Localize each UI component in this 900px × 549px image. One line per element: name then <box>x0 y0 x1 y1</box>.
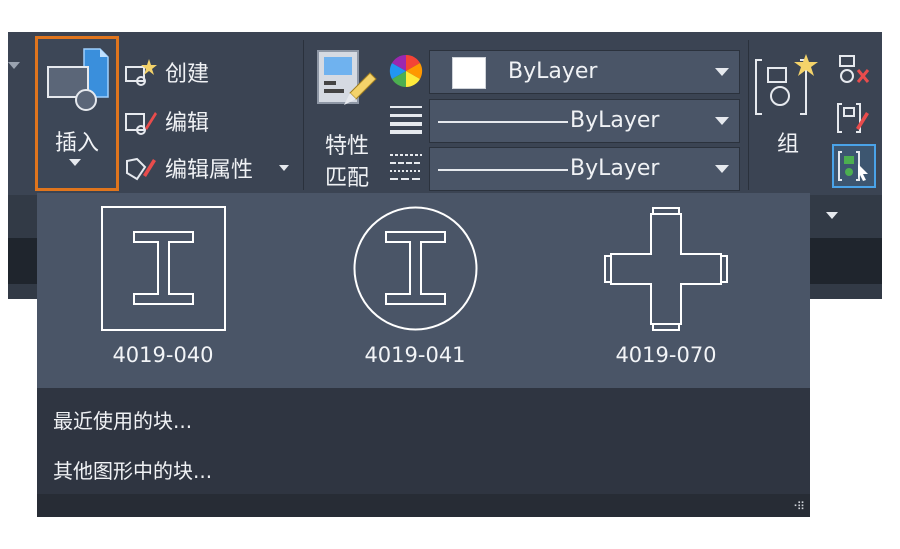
insert-label: 插入 <box>54 131 99 156</box>
create-block-button[interactable]: 创建 <box>123 55 209 89</box>
linetype-combo-value: ByLayer <box>570 156 660 181</box>
recent-blocks-menu-item[interactable]: 最近使用的块... <box>53 405 192 434</box>
chevron-down-icon <box>715 117 729 125</box>
chevron-down-icon <box>715 68 729 76</box>
create-block-label: 创建 <box>165 62 210 87</box>
separator <box>303 40 304 190</box>
edit-attributes-button[interactable]: 编辑属性 <box>123 151 289 185</box>
group-panel-caret-icon[interactable] <box>826 212 838 219</box>
group-edit-icon[interactable] <box>836 100 872 136</box>
lineweight-combo-value: ByLayer <box>570 108 660 133</box>
block-create-icon <box>125 59 157 86</box>
insert-block-icon <box>47 48 109 111</box>
lineweight-combo[interactable]: ByLayer <box>429 99 740 143</box>
color-combo[interactable]: ByLayer <box>429 50 740 94</box>
insert-block-button[interactable]: 插入 <box>35 36 119 191</box>
i-beam-square-icon <box>101 206 226 331</box>
block-thumbnail[interactable] <box>603 206 729 332</box>
edit-block-button[interactable]: 编辑 <box>123 104 209 138</box>
group-icon[interactable] <box>754 52 826 124</box>
match-properties-icon[interactable] <box>316 49 378 119</box>
separator <box>748 40 749 190</box>
group-label: 组 <box>776 132 799 157</box>
linetype-combo[interactable]: ByLayer <box>429 147 740 191</box>
dropdown-footer: ⠐⠿ <box>37 494 810 517</box>
match-properties-label: 匹配 <box>324 166 369 191</box>
group-select-icon <box>838 151 868 181</box>
group-selection-toggle[interactable] <box>832 144 876 188</box>
ungroup-icon[interactable] <box>836 52 872 88</box>
block-name[interactable]: 4019-041 <box>315 343 515 367</box>
block-thumbnail[interactable] <box>101 206 226 331</box>
resize-grip-icon[interactable]: ⠐⠿ <box>790 500 805 513</box>
block-thumbnail[interactable] <box>353 206 478 331</box>
match-properties-label: 特性 <box>324 134 369 159</box>
edit-attributes-label: 编辑属性 <box>165 158 254 183</box>
insert-dropdown: 4019-040 4019-041 4019-070 最近使用的块... 其他图… <box>37 193 810 517</box>
block-edit-icon <box>125 112 157 135</box>
insert-dropdown-caret-icon[interactable] <box>69 159 81 166</box>
line-preview <box>438 169 568 171</box>
linetype-icon <box>390 154 422 180</box>
block-name[interactable]: 4019-070 <box>566 343 766 367</box>
edit-attributes-icon <box>126 157 156 181</box>
edit-block-label: 编辑 <box>165 111 210 136</box>
color-wheel-icon <box>389 54 423 88</box>
color-swatch <box>452 57 486 89</box>
i-beam-circle-icon <box>353 206 478 331</box>
lineweight-icon <box>390 106 422 134</box>
block-name[interactable]: 4019-040 <box>63 343 263 367</box>
edit-attributes-caret-icon[interactable] <box>279 165 289 171</box>
ribbon-caret-icon <box>8 62 20 69</box>
color-combo-value: ByLayer <box>508 59 598 84</box>
other-drawings-blocks-menu-item[interactable]: 其他图形中的块... <box>53 455 212 484</box>
block-gallery: 4019-040 4019-041 4019-070 <box>37 193 810 388</box>
cross-icon <box>604 207 728 331</box>
line-preview <box>438 121 568 123</box>
chevron-down-icon <box>715 165 729 173</box>
